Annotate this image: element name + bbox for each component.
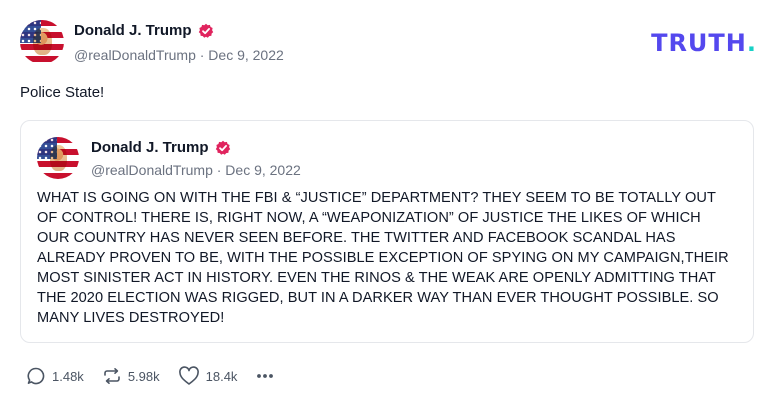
like-button[interactable]: 18.4k [178,366,238,386]
logo-text: TRUTH [651,29,747,57]
quoted-post-text: WHAT IS GOING ON WITH THE FBI & “JUSTICE… [37,190,729,326]
quoted-author-avatar[interactable] [37,137,79,179]
quoted-author-handle-date: @realDonaldTrump · Dec 9, 2022 [91,162,301,178]
author-handle-date: @realDonaldTrump · Dec 9, 2022 [74,47,284,63]
truth-logo[interactable]: TRUTH. [651,29,757,57]
retruth-arrows-icon [102,366,122,386]
like-count: 18.4k [205,368,238,384]
reply-count: 1.48k [52,368,84,384]
author-name[interactable]: Donald J. Trump [74,22,214,39]
post-text: Police State! [20,84,105,101]
quoted-author-name[interactable]: Donald J. Trump [91,139,231,156]
retruth-button[interactable]: 5.98k [102,366,160,386]
heart-icon [178,366,200,386]
post-actions-bar: 1.48k 5.98k 18.4k [26,366,293,386]
reply-bubble-icon [26,366,46,386]
more-options-button[interactable] [255,366,275,386]
retruth-count: 5.98k [127,368,160,384]
logo-dot: . [746,29,757,57]
author-name-text[interactable]: Donald J. Trump [74,22,192,39]
more-dots-icon [255,366,275,386]
reply-button[interactable]: 1.48k [26,366,84,386]
verified-badge-icon [198,23,214,39]
verified-badge-icon [215,140,231,156]
quoted-author-name-text[interactable]: Donald J. Trump [91,139,209,156]
author-avatar[interactable] [20,20,64,64]
